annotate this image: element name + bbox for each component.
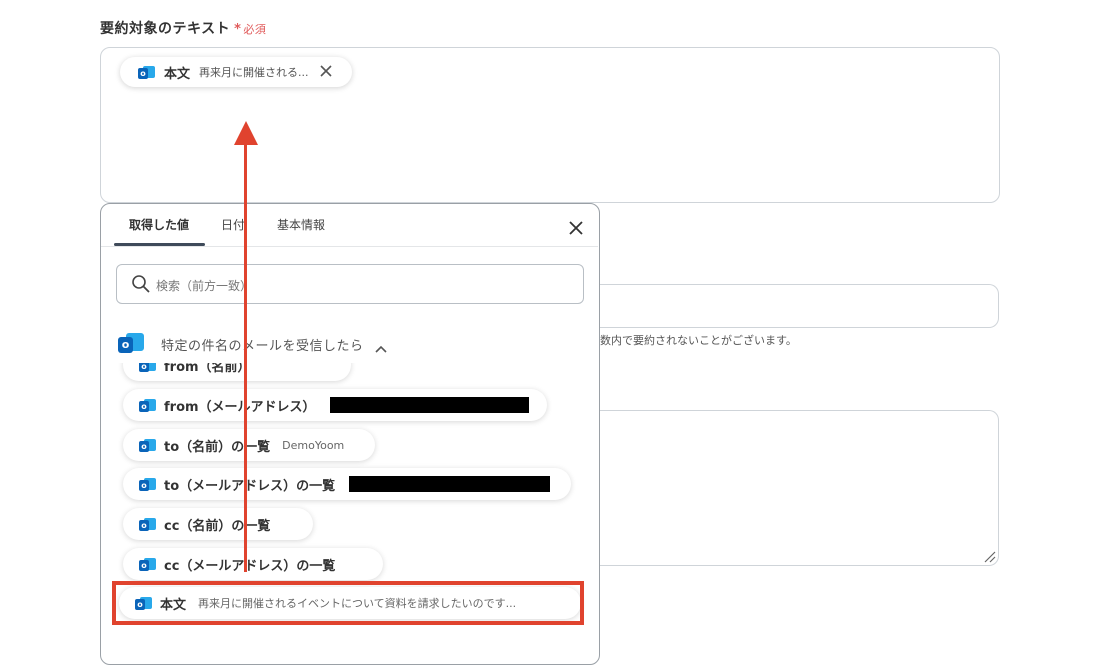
search-placeholder: 検索（前方一致） (156, 279, 253, 293)
field-label-text: 要約対象のテキスト (100, 21, 231, 37)
outlook-icon: o (118, 331, 146, 357)
outlook-icon: o (139, 477, 156, 492)
outlook-icon: o (139, 438, 156, 453)
list-item[interactable]: o from（メールアドレス） (123, 389, 547, 421)
tab-date[interactable]: 日付 (221, 216, 245, 233)
tab-basic-info[interactable]: 基本情報 (277, 216, 325, 233)
background-input[interactable] (596, 284, 999, 328)
redacted-value (329, 397, 529, 413)
chip-value: 再来月に開催される... (199, 66, 309, 79)
group-title: 特定の件名のメールを受信したら (161, 338, 364, 354)
chip-title: 本文 (164, 66, 191, 82)
tab-acquired-values[interactable]: 取得した値 (129, 216, 189, 233)
item-label: cc（メールアドレス）の一覧 (164, 558, 336, 574)
chevron-up-icon[interactable] (374, 339, 388, 353)
group-header[interactable]: o 特定の件名のメールを受信したら (118, 331, 388, 357)
required-badge: 必須 (243, 23, 267, 36)
required-star: * (234, 22, 242, 37)
close-icon[interactable] (566, 218, 586, 238)
arrow-up-icon (234, 121, 258, 145)
selected-value-chip[interactable]: o 本文 再来月に開催される... (120, 57, 352, 87)
highlight-box (112, 581, 584, 625)
resize-handle-icon[interactable] (982, 548, 996, 563)
item-label: from（名前） (164, 363, 251, 375)
search-icon (131, 274, 151, 294)
item-label: from（メールアドレス） (164, 399, 316, 415)
field-label: 要約対象のテキスト * 必須 (100, 18, 266, 38)
arrow-line (244, 140, 247, 572)
list-item[interactable]: o to（メールアドレス）の一覧 (123, 468, 571, 500)
redacted-value (349, 476, 551, 492)
item-value: DemoYoom (282, 438, 345, 452)
outlook-icon: o (138, 65, 155, 80)
outlook-icon: o (139, 517, 156, 532)
tab-divider (101, 246, 598, 247)
item-label: to（メールアドレス）の一覧 (164, 478, 336, 494)
remove-chip-icon[interactable] (319, 64, 333, 81)
background-note: 数内で要約されないことがございます。 (600, 334, 797, 347)
list-item[interactable]: o to（名前）の一覧 DemoYoom (123, 429, 375, 461)
list-item[interactable]: o cc（名前）の一覧 (123, 508, 313, 540)
item-label: cc（名前）の一覧 (164, 518, 271, 534)
list-item[interactable]: o cc（メールアドレス）の一覧 (123, 548, 383, 580)
list-item[interactable]: o from（名前） (123, 363, 351, 381)
item-label: to（名前）の一覧 (164, 439, 271, 455)
outlook-icon: o (139, 363, 156, 373)
outlook-icon: o (139, 398, 156, 413)
outlook-icon: o (139, 557, 156, 572)
background-textarea[interactable] (596, 410, 999, 566)
